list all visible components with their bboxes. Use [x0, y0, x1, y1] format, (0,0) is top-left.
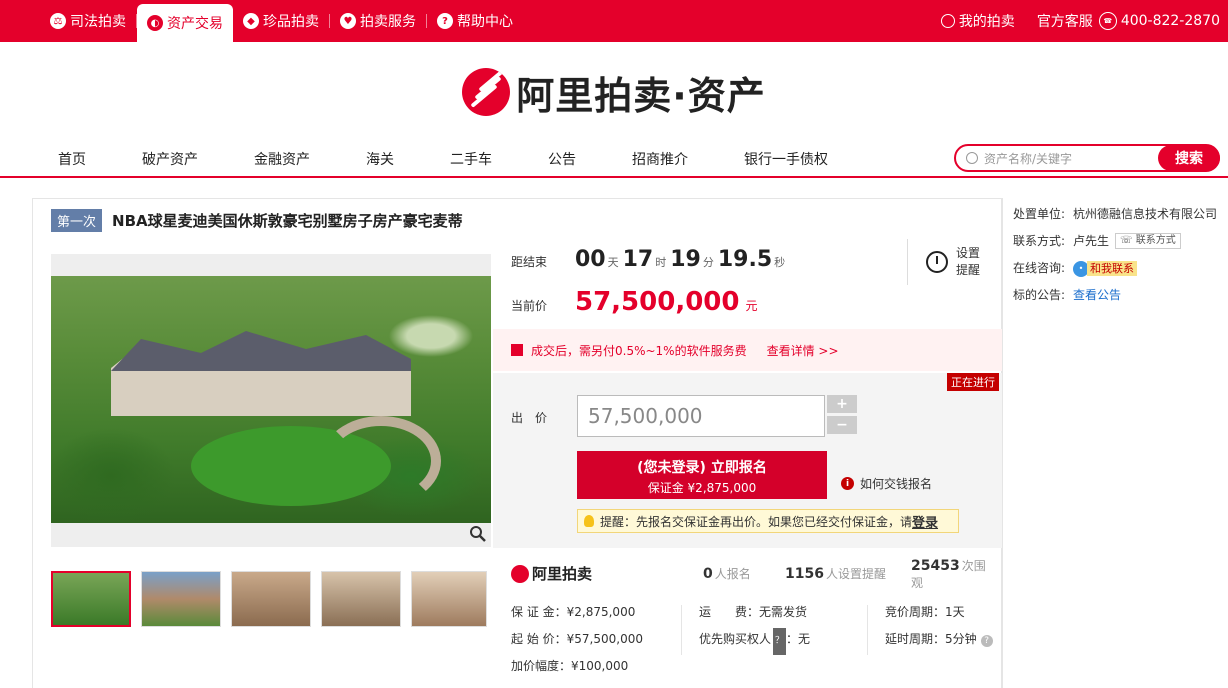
search-input[interactable]: 资产名称/关键字 [984, 150, 1158, 167]
starting-price: 起 始 价：¥57,500,000 [511, 632, 643, 646]
main-photo-box [51, 254, 491, 547]
seller-info: 处置单位: 杭州德融信息技术有限公司 联系方式: 卢先生 ☏ 联系方式 在线咨询… [1002, 198, 1228, 688]
help-icon[interactable]: ? [980, 635, 993, 647]
nav-bankruptcy[interactable]: 破产资产 [142, 149, 198, 169]
bid-increment: 加价幅度：¥100,000 [511, 659, 629, 673]
search-button[interactable]: 搜索 [1158, 145, 1220, 171]
topnav-asset-trading[interactable]: ◐ 资产交易 [137, 4, 233, 42]
status-badge: 正在进行 [947, 373, 999, 391]
contact-button[interactable]: ☏ 联系方式 [1115, 233, 1181, 249]
logo-text[interactable]: 阿里拍卖·资产 [516, 65, 765, 120]
contact-info: 联系方式: 卢先生 ☏ 联系方式 [1013, 233, 1228, 250]
question-icon: ? [437, 13, 453, 29]
divider [867, 605, 868, 655]
auction-stats: 阿里拍卖 0 人报名 1156 人设置提醒 25453 次围观 [511, 558, 991, 590]
topnav-auction-service[interactable]: ♥ 拍卖服务 [330, 0, 426, 42]
round-badge: 第一次 [51, 209, 103, 232]
item-title-row: 第一次 NBA球星麦迪美国休斯敦豪宅别墅房子房产豪宅麦蒂 [51, 209, 463, 232]
help-badge-icon[interactable]: ？ [773, 628, 787, 655]
lightbulb-icon [584, 515, 594, 527]
thumbnail[interactable] [321, 571, 401, 627]
chat-button[interactable]: • 和我联系 [1073, 260, 1137, 277]
alibaba-auction-logo-icon [511, 564, 529, 583]
gem-icon: ◆ [243, 13, 259, 29]
customer-service-link[interactable]: 官方客服 [1037, 11, 1093, 31]
item-title: NBA球星麦迪美国休斯敦豪宅别墅房子房产豪宅麦蒂 [112, 212, 463, 230]
topnav-judicial-auction[interactable]: ⚖ 司法拍卖 [40, 0, 136, 42]
thumbnail[interactable] [51, 571, 131, 627]
set-reminder-button[interactable]: 设置提醒 [907, 239, 984, 285]
delay-cycle: 延时周期：5分钟? [885, 626, 993, 653]
gift-icon [511, 344, 523, 356]
view-announcement-link[interactable]: 查看公告 [1073, 287, 1121, 304]
countdown-label: 距结束 [511, 255, 548, 269]
search-icon [966, 152, 978, 164]
current-price-value: 57,500,000 [575, 287, 740, 317]
user-icon [940, 14, 955, 28]
divider [681, 605, 682, 655]
increase-bid-button[interactable]: + [827, 395, 857, 413]
top-bar: ⚖ 司法拍卖 ◐ 资产交易 ◆ 珍品拍卖 ♥ 拍卖服务 ? 帮助中心 我的拍卖 … [0, 0, 1228, 42]
main-nav: 首页 破产资产 金融资产 海关 二手车 公告 招商推介 银行一手债权 资产名称/… [0, 142, 1228, 178]
disposal-unit: 处置单位: 杭州德融信息技术有限公司 [1013, 207, 1218, 221]
zoom-icon[interactable] [469, 525, 487, 543]
heart-icon: ♥ [340, 13, 356, 29]
login-tip: 提醒：先报名交保证金再出价。如果您已经交付保证金，请 登录 [577, 509, 959, 533]
nav-investment[interactable]: 招商推介 [632, 149, 688, 169]
item-detail: 第一次 NBA球星麦迪美国休斯敦豪宅别墅房子房产豪宅麦蒂 距结束 00 天 17… [32, 198, 1003, 688]
login-link[interactable]: 登录 [912, 512, 938, 531]
deposit: 保 证 金：¥2,875,000 [511, 605, 636, 619]
gavel-icon: ⚖ [50, 13, 66, 29]
countdown-days: 00 [575, 247, 606, 272]
alibaba-auction-logo-icon[interactable] [462, 68, 511, 116]
decrease-bid-button[interactable]: − [827, 416, 857, 434]
current-price: 当前价 57,500,000 元 [511, 287, 758, 317]
top-right: 我的拍卖 官方客服 ☎ 400-822-2870 [935, 11, 1220, 31]
search-box: 资产名称/关键字 搜索 [954, 144, 1220, 172]
top-nav: ⚖ 司法拍卖 ◐ 资产交易 ◆ 珍品拍卖 ♥ 拍卖服务 ? 帮助中心 [40, 0, 523, 42]
topnav-treasure-auction[interactable]: ◆ 珍品拍卖 [233, 0, 329, 42]
nav-home[interactable]: 首页 [58, 149, 86, 169]
countdown-seconds: 19.5 [717, 247, 773, 272]
thumbnail[interactable] [231, 571, 311, 627]
main-photo[interactable] [51, 276, 491, 523]
countdown-minutes: 19 [670, 247, 701, 272]
bid-box: 正在进行 出 价 57,500,000 + − (您未登录) 立即报名 保证金 … [493, 373, 1003, 548]
my-auction-link[interactable]: 我的拍卖 [959, 11, 1015, 31]
nav-announcement[interactable]: 公告 [548, 149, 576, 169]
online-consult: 在线咨询: • 和我联系 [1013, 260, 1228, 277]
info-icon: i [841, 477, 854, 490]
nav-financial[interactable]: 金融资产 [254, 149, 310, 169]
service-fee-notice: 成交后，需另付0.5%~1%的软件服务费 查看详情 >> [493, 329, 1003, 371]
bid-amount-input[interactable]: 57,500,000 [577, 395, 825, 437]
bidding-cycle: 竞价周期：1天 [885, 605, 965, 619]
topnav-help-center[interactable]: ? 帮助中心 [427, 0, 523, 42]
thumbnail-strip [51, 571, 497, 627]
brand-logo: 阿里拍卖 [511, 563, 592, 584]
phone-icon: ☎ [1098, 12, 1117, 30]
logo-area: 阿里拍卖·资产 [0, 42, 1228, 142]
signup-count: 0 人报名 [703, 566, 751, 582]
nav-used-car[interactable]: 二手车 [450, 149, 492, 169]
nav-bank-debt[interactable]: 银行一手债权 [744, 149, 828, 169]
countdown-hours: 17 [622, 247, 654, 272]
view-count: 25453 次围观 [911, 557, 986, 590]
thumbnail[interactable] [141, 571, 221, 627]
hotline: 400-822-2870 [1120, 13, 1220, 29]
signup-button[interactable]: (您未登录) 立即报名 保证金 ¥2,875,000 [577, 451, 827, 499]
countdown: 距结束 00 天 17 时 19 分 19.5 秒 [511, 247, 786, 272]
alarm-clock-icon [926, 251, 948, 273]
shipping: 运 费：无需发货 [699, 605, 808, 619]
fee-detail-link[interactable]: 查看详情 >> [767, 342, 839, 359]
asset-icon: ◐ [147, 15, 163, 31]
how-to-pay-link[interactable]: i 如何交钱报名 [841, 475, 932, 492]
priority-buyer: 优先购买权人？：无 [699, 626, 810, 655]
reminder-count: 1156 人设置提醒 [785, 566, 886, 582]
thumbnail[interactable] [411, 571, 487, 627]
nav-customs[interactable]: 海关 [366, 149, 394, 169]
item-announcement: 标的公告: 查看公告 [1013, 287, 1122, 304]
